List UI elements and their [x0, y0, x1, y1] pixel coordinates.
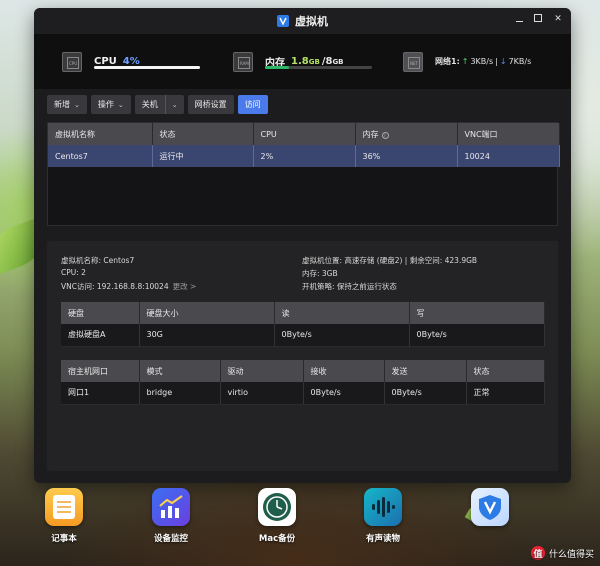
info-icon[interactable]: i: [381, 131, 389, 139]
v-shield-app-icon: [471, 488, 509, 526]
column-header: 状态: [466, 360, 545, 382]
download-arrow-icon: ↓: [499, 57, 507, 66]
close-icon[interactable]: ✕: [553, 14, 563, 24]
vm-cpu-cell: 2%: [253, 145, 356, 167]
detail-location: 虚拟机位置: 高速存储 (硬盘2) | 剩余空间: 423.9GB: [302, 256, 478, 265]
watermark-logo: 值: [530, 546, 545, 560]
dock-item-device-monitor[interactable]: 设备监控: [139, 488, 203, 544]
vm-table: 虚拟机名称 状态 CPU 内存 i VNC端口 Centos7 运行中 2% 36…: [47, 122, 560, 226]
column-header: 模式: [139, 360, 221, 382]
disk-read-cell: 0Byte/s: [274, 324, 410, 347]
detail-vnc: VNC访问: 192.168.8.8:10024: [61, 282, 169, 291]
disk-size-cell: 30G: [139, 324, 275, 347]
dock-item-audiobooks[interactable]: 有声读物: [351, 488, 415, 544]
chevron-down-icon: ⌄: [171, 100, 178, 109]
dock-label: 有声读物: [365, 534, 400, 544]
upload-arrow-icon: ↑: [461, 57, 469, 66]
change-vnc-link[interactable]: 更改 >: [173, 282, 197, 291]
chart-monitor-icon: [152, 488, 190, 526]
dock-label: 记事本: [51, 534, 77, 544]
port-cell: 网口1: [61, 382, 140, 405]
dock-label: Mac备份: [258, 534, 296, 544]
title-bar[interactable]: 虚拟机 ✕: [34, 8, 571, 34]
disk-table-header: 硬盘 硬盘大小 读 写: [61, 302, 545, 324]
shutdown-menu-button[interactable]: ⌄: [165, 95, 184, 114]
watermark-text: 什么值得买: [548, 549, 594, 560]
table-row: 虚拟硬盘A 30G 0Byte/s 0Byte/s: [61, 324, 545, 347]
dock-item-notepad[interactable]: 记事本: [32, 488, 96, 544]
minimize-icon[interactable]: [516, 16, 523, 22]
detail-boot-policy: 开机策略: 保持之前运行状态: [302, 282, 397, 291]
dock-item-mac-backup[interactable]: Mac备份: [245, 488, 309, 544]
network-label: 网络1:: [435, 57, 460, 66]
receive-cell: 0Byte/s: [303, 382, 385, 405]
dock-label: 设备监控: [153, 534, 188, 544]
table-row: 网口1 bridge virtio 0Byte/s 0Byte/s 正常: [61, 382, 545, 405]
column-header: 硬盘大小: [139, 302, 275, 324]
vm-detail-panel: 虚拟机名称: Centos7 CPU: 2 VNC访问: 192.168.8.8…: [47, 241, 558, 471]
table-row[interactable]: Centos7 运行中 2% 36% 10024: [48, 145, 560, 167]
column-header: 硬盘: [61, 302, 140, 324]
bridge-settings-button[interactable]: 网桥设置: [187, 95, 234, 114]
vm-memory-cell: 36%: [355, 145, 458, 167]
cpu-stat: CPU CPU 4%: [62, 34, 140, 89]
network-table-header: 宿主机网口 模式 驱动 接收 发送 状态: [61, 360, 545, 382]
detail-cpu: CPU: 2: [61, 268, 86, 277]
operate-dropdown-button[interactable]: 操作 ⌄: [90, 95, 131, 114]
detail-vm-name: 虚拟机名称: Centos7: [61, 256, 135, 265]
chevron-down-icon: ⌄: [74, 100, 80, 109]
cpu-bar: [94, 66, 200, 69]
network-table: 宿主机网口 模式 驱动 接收 发送 状态 网口1 bridge virtio 0…: [61, 360, 545, 405]
resource-stats: CPU CPU 4% RAM 内存 1.8GB /8GB NET 网络1: ↑: [34, 34, 571, 89]
download-speed: 7KB/s: [508, 57, 532, 66]
shutdown-button[interactable]: 关机: [134, 95, 165, 114]
network-icon: NET: [403, 51, 423, 72]
disk-name-cell: 虚拟硬盘A: [61, 324, 140, 347]
column-header: 写: [409, 302, 545, 324]
memory-stat: RAM 内存 1.8GB /8GB: [233, 34, 344, 89]
vm-vnc-cell: 10024: [457, 145, 560, 167]
send-cell: 0Byte/s: [384, 382, 467, 405]
notepad-icon: [45, 488, 83, 526]
port-status-cell: 正常: [466, 382, 545, 405]
upload-speed: 3KB/s: [470, 57, 494, 66]
detail-vnc-row: VNC访问: 192.168.8.8:10024 更改 >: [61, 281, 196, 292]
toolbar: 新增 ⌄ 操作 ⌄ 关机 ⌄ 网桥设置 访问: [47, 95, 268, 114]
disk-table: 硬盘 硬盘大小 读 写 虚拟硬盘A 30G 0Byte/s 0Byte/s: [61, 302, 545, 347]
driver-cell: virtio: [220, 382, 304, 405]
column-header: 宿主机网口: [61, 360, 140, 382]
dock-item-vm[interactable]: [458, 488, 522, 532]
network-stat: NET 网络1: ↑ 3KB/s | ↓ 7KB/s: [403, 34, 531, 89]
maximize-icon[interactable]: [534, 14, 542, 22]
vm-status-cell: 运行中: [152, 145, 254, 167]
vm-name-cell: Centos7: [48, 145, 153, 167]
v-shield-icon: [277, 15, 289, 27]
column-header[interactable]: 内存 i: [355, 123, 458, 145]
column-header[interactable]: 状态: [152, 123, 254, 145]
network-separator: |: [495, 57, 498, 66]
detail-memory: 内存: 3GB: [302, 269, 338, 278]
time-machine-icon: [258, 488, 296, 526]
vm-table-header: 虚拟机名称 状态 CPU 内存 i VNC端口: [48, 123, 560, 145]
memory-bar: [265, 66, 372, 69]
chevron-down-icon: ⌄: [117, 100, 124, 109]
column-header: 发送: [384, 360, 467, 382]
vm-window: 虚拟机 ✕ CPU CPU 4% RAM 内存 1.8GB /8GB NET 网…: [34, 8, 571, 483]
column-header[interactable]: 虚拟机名称: [48, 123, 153, 145]
column-header: 接收: [303, 360, 385, 382]
cpu-chip-icon: CPU: [62, 51, 82, 72]
column-header: 驱动: [220, 360, 304, 382]
column-header[interactable]: CPU: [253, 123, 356, 145]
column-header: 读: [274, 302, 410, 324]
mode-cell: bridge: [139, 382, 221, 405]
ram-chip-icon: RAM: [233, 51, 253, 72]
watermark: 值 什么值得买: [530, 546, 594, 560]
window-title: 虚拟机: [295, 15, 328, 28]
audio-wave-icon: [364, 488, 402, 526]
disk-write-cell: 0Byte/s: [409, 324, 545, 347]
access-button[interactable]: 访问: [237, 95, 268, 114]
column-header[interactable]: VNC端口: [457, 123, 560, 145]
shutdown-split-button: 关机 ⌄: [134, 95, 184, 114]
new-dropdown-button[interactable]: 新增 ⌄: [47, 95, 87, 114]
